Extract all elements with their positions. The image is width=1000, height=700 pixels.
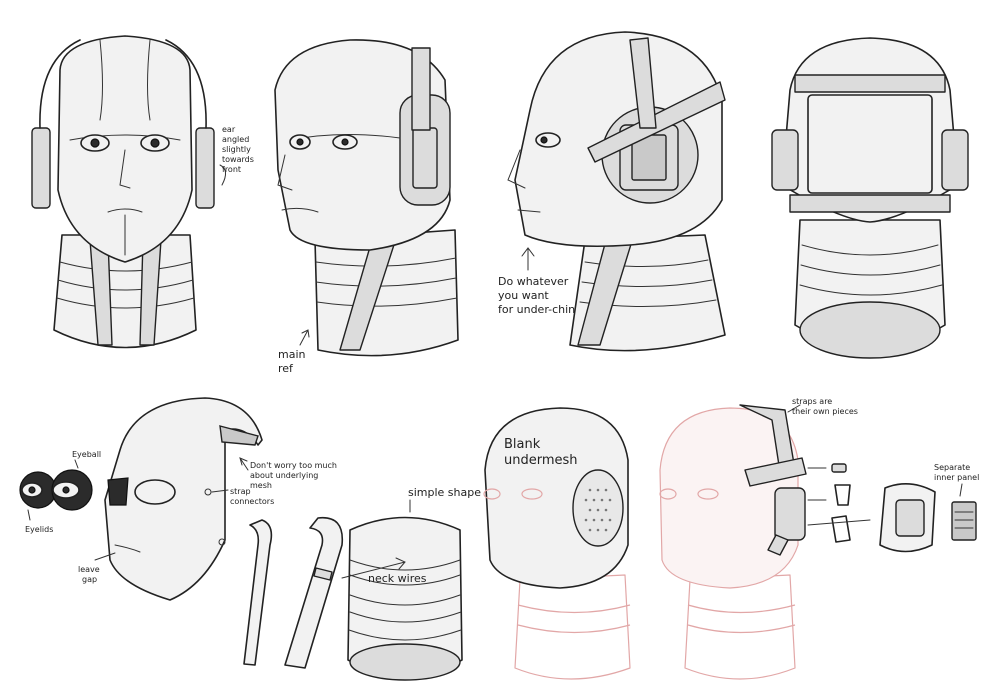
three-quarter-view-head: [274, 39, 459, 357]
svg-text:towards: towards: [222, 155, 254, 164]
svg-text:their own pieces: their own pieces: [792, 407, 858, 416]
svg-text:Don't worry too much: Don't worry too much: [250, 461, 337, 470]
svg-text:ear: ear: [222, 125, 236, 134]
simple-shape-note: simple shape: [408, 486, 481, 513]
svg-text:slightly: slightly: [222, 145, 251, 154]
svg-text:for under-chin: for under-chin: [498, 303, 575, 316]
concept-sheet: ear angled slightly towards front main r…: [19, 31, 979, 681]
svg-text:about underlying: about underlying: [250, 471, 318, 480]
svg-text:inner panel: inner panel: [934, 473, 979, 482]
eyelids-label: Eyelids: [25, 525, 53, 534]
dont-worry-note: Don't worry too much about underlying me…: [239, 457, 337, 490]
front-view-head: [31, 35, 215, 349]
svg-text:mesh: mesh: [250, 481, 272, 490]
svg-text:you want: you want: [498, 289, 549, 302]
svg-text:straps are: straps are: [792, 397, 832, 406]
svg-text:simple shape: simple shape: [408, 486, 481, 499]
blank-label-1: Blank: [504, 437, 541, 452]
neck-wires-label: neck wires: [368, 572, 427, 585]
main-ref-note: main ref: [278, 329, 310, 375]
ear-note: ear angled slightly towards front: [219, 125, 254, 186]
eye-parts: [19, 459, 93, 521]
blank-label-2: undermesh: [504, 453, 578, 468]
svg-text:leave: leave: [78, 565, 100, 574]
svg-text:ref: ref: [278, 362, 294, 375]
svg-text:angled: angled: [222, 135, 249, 144]
svg-text:connectors: connectors: [230, 497, 274, 506]
under-chin-note: Do whatever you want for under-chin: [498, 247, 575, 316]
back-view-head: [771, 37, 969, 359]
svg-text:gap: gap: [82, 575, 97, 584]
separate-panel-note: Separate inner panel: [934, 463, 979, 497]
svg-text:front: front: [222, 165, 241, 174]
svg-text:Do whatever: Do whatever: [498, 275, 569, 288]
svg-text:main: main: [278, 348, 306, 361]
neck-straps: [243, 516, 344, 669]
svg-text:strap: strap: [230, 487, 251, 496]
straps-own-pieces-note: straps are their own pieces: [787, 397, 858, 416]
strap-exploded-head: [659, 404, 807, 680]
eyeball-label: Eyeball: [72, 450, 101, 459]
svg-text:Separate: Separate: [934, 463, 970, 472]
neck-cylinder: [341, 516, 463, 681]
